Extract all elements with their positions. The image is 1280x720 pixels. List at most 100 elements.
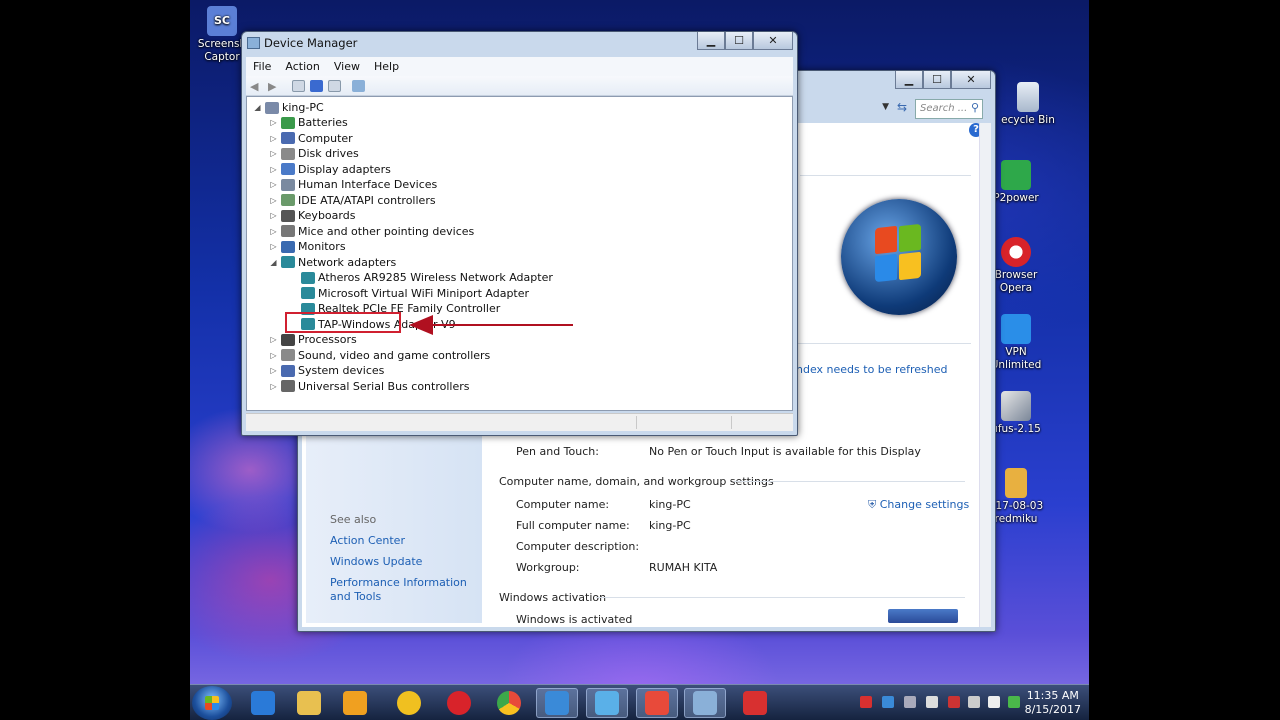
highlight-box — [285, 312, 401, 333]
expand-icon[interactable]: ▷ — [269, 180, 278, 189]
network-icon[interactable] — [1008, 696, 1020, 708]
minimize-button[interactable]: ▁ — [697, 32, 725, 50]
taskbar-app-button[interactable] — [334, 688, 376, 718]
full-name-value: king-PC — [649, 519, 691, 532]
taskbar-app-button[interactable] — [734, 688, 776, 718]
desktop-icon-recycle-bin[interactable]: ecycle Bin — [996, 82, 1060, 127]
tree-item-label: Sound, video and game controllers — [298, 348, 491, 362]
taskbar-app-button[interactable] — [488, 688, 530, 718]
expand-icon[interactable]: ▷ — [269, 149, 278, 158]
window-title: Device Manager — [264, 36, 358, 50]
close-button[interactable]: ✕ — [951, 71, 991, 89]
device-manager-icon — [247, 37, 260, 49]
chrome-icon — [497, 691, 521, 715]
genuine-badge[interactable] — [888, 609, 958, 623]
device-manager-window[interactable]: Device Manager ▁ ☐ ✕ File Action View He… — [241, 31, 798, 436]
maximize-button[interactable]: ☐ — [725, 32, 753, 50]
tree-category-item[interactable]: ▷ Mice and other pointing devices — [269, 224, 474, 239]
help-icon[interactable] — [310, 79, 323, 92]
view-icon[interactable] — [328, 79, 341, 92]
tree-category-item[interactable]: ▷ Universal Serial Bus controllers — [269, 379, 469, 394]
tray-icon[interactable] — [860, 696, 872, 708]
tray-icon[interactable] — [948, 696, 960, 708]
properties-icon[interactable] — [292, 79, 305, 92]
change-settings-link[interactable]: ⛨ Change settings — [868, 498, 969, 512]
tree-category-item[interactable]: ▷ Sound, video and game controllers — [269, 348, 490, 363]
tree-root[interactable]: ◢ king-PC — [253, 100, 323, 115]
search-icon[interactable]: ⚲ — [971, 101, 979, 114]
tree-category-item[interactable]: ▷ Computer — [269, 131, 353, 146]
close-button[interactable]: ✕ — [753, 32, 793, 50]
tree-item-label: Mice and other pointing devices — [298, 224, 475, 238]
expand-icon[interactable]: ▷ — [269, 335, 278, 344]
expand-icon[interactable]: ▷ — [269, 118, 278, 127]
menu-view[interactable]: View — [327, 60, 367, 73]
computer-icon — [265, 101, 279, 114]
tree-child-item[interactable]: Microsoft Virtual WiFi Miniport Adapter — [301, 286, 529, 301]
refresh-icon[interactable]: ⇆ — [897, 100, 907, 114]
scan-hardware-icon[interactable] — [352, 79, 365, 92]
tray-icon[interactable] — [882, 696, 894, 708]
taskbar-app-button[interactable] — [684, 688, 726, 718]
menu-help[interactable]: Help — [367, 60, 406, 73]
collapse-icon[interactable]: ◢ — [269, 258, 278, 267]
expand-icon[interactable]: ▷ — [269, 196, 278, 205]
volume-icon[interactable] — [988, 696, 1000, 708]
link-performance[interactable]: Performance Information and Tools — [330, 576, 480, 604]
tree-category-item[interactable]: ▷ Processors — [269, 332, 356, 347]
taskbar-app-button[interactable] — [438, 688, 480, 718]
collapse-icon[interactable]: ◢ — [253, 103, 262, 112]
start-button[interactable] — [192, 686, 232, 720]
tree-category-item[interactable]: ▷ Keyboards — [269, 208, 355, 223]
taskbar-app-button[interactable] — [242, 688, 284, 718]
menu-action[interactable]: Action — [278, 60, 326, 73]
expand-icon[interactable]: ▷ — [269, 351, 278, 360]
tree-category-item[interactable]: ▷ Human Interface Devices — [269, 177, 437, 192]
tray-icon[interactable] — [904, 696, 916, 708]
tree-item-label: Network adapters — [298, 255, 397, 269]
index-refresh-link[interactable]: ndex needs to be refreshed — [796, 363, 947, 376]
tree-category-item[interactable]: ▷ Monitors — [269, 239, 345, 254]
tree-item-label: Computer — [298, 131, 353, 145]
link-action-center[interactable]: Action Center — [330, 534, 405, 547]
device-manager-titlebar[interactable]: Device Manager ▁ ☐ ✕ — [242, 32, 797, 56]
dropdown-icon[interactable]: ▼ — [882, 102, 889, 112]
maximize-button[interactable]: ☐ — [923, 71, 951, 89]
battery-icon[interactable] — [968, 696, 980, 708]
expand-icon[interactable]: ▷ — [269, 242, 278, 251]
minimize-button[interactable]: ▁ — [895, 71, 923, 89]
tree-category-item[interactable]: ▷ Batteries — [269, 115, 347, 130]
device-icon — [281, 116, 295, 129]
taskbar: 11:35 AM 8/15/2017 — [190, 684, 1089, 720]
taskbar-app-button[interactable] — [288, 688, 330, 718]
clock[interactable]: 11:35 AM 8/15/2017 — [1025, 689, 1081, 717]
expand-icon[interactable]: ▷ — [269, 134, 278, 143]
expand-icon[interactable]: ▷ — [269, 366, 278, 375]
tree-child-item[interactable]: Atheros AR9285 Wireless Network Adapter — [301, 270, 553, 285]
description-label: Computer description: — [516, 540, 640, 553]
tree-category-item[interactable]: ◢ Network adapters — [269, 255, 396, 270]
tree-category-item[interactable]: ▷ Display adapters — [269, 162, 390, 177]
opera-icon — [447, 691, 471, 715]
taskbar-app-button[interactable] — [586, 688, 628, 718]
see-also-label: See also — [330, 513, 377, 526]
expand-icon[interactable]: ▷ — [269, 382, 278, 391]
back-icon[interactable]: ◀ — [250, 80, 263, 93]
expand-icon[interactable]: ▷ — [269, 227, 278, 236]
forward-icon[interactable]: ▶ — [268, 80, 281, 93]
flag-icon[interactable] — [926, 696, 938, 708]
desktop-icon-label: ecycle Bin — [1001, 114, 1055, 126]
tree-category-item[interactable]: ▷ System devices — [269, 363, 384, 378]
tree-category-item[interactable]: ▷ Disk drives — [269, 146, 358, 161]
expand-icon[interactable]: ▷ — [269, 211, 278, 220]
link-windows-update[interactable]: Windows Update — [330, 555, 422, 568]
menu-file[interactable]: File — [246, 60, 278, 73]
scrollbar[interactable] — [979, 123, 991, 627]
taskbar-app-button[interactable] — [388, 688, 430, 718]
taskbar-app-button[interactable] — [536, 688, 578, 718]
expand-icon[interactable]: ▷ — [269, 165, 278, 174]
status-bar — [246, 413, 793, 431]
tree-category-item[interactable]: ▷ IDE ATA/ATAPI controllers — [269, 193, 435, 208]
device-icon — [281, 163, 295, 175]
taskbar-app-button[interactable] — [636, 688, 678, 718]
